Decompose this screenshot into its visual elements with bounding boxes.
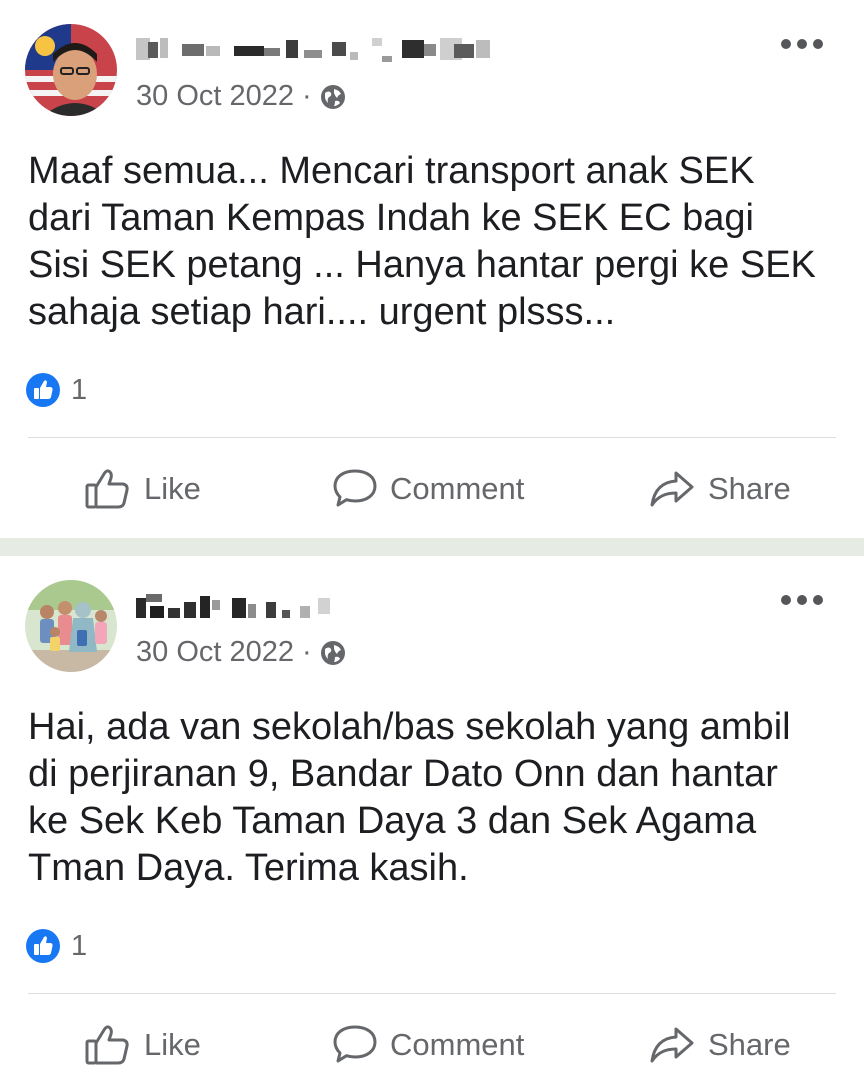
avatar[interactable] — [25, 580, 117, 672]
feed-separator — [0, 538, 864, 556]
author-name[interactable] — [136, 34, 496, 68]
reaction-summary[interactable]: 1 — [25, 928, 87, 964]
post-line: di perjiranan 9, Bandar Dato Onn dan han… — [28, 753, 778, 795]
post-line: Maaf semua... Mencari transport anak SEK — [28, 150, 755, 192]
post-actions: Like Comment Share — [0, 1018, 864, 1072]
comment-icon — [333, 469, 377, 507]
share-label: Share — [708, 471, 791, 506]
like-button[interactable]: Like — [84, 1018, 201, 1072]
reaction-count: 1 — [71, 373, 88, 406]
timestamp[interactable]: 30 Oct 2022 — [136, 80, 294, 113]
share-label: Share — [708, 1027, 791, 1062]
like-reaction-icon — [26, 373, 60, 407]
like-label: Like — [144, 471, 201, 506]
divider — [28, 437, 836, 438]
globe-icon — [320, 84, 345, 109]
share-button[interactable]: Share — [648, 462, 791, 516]
post-line: Tman Daya. Terima kasih. — [28, 847, 469, 889]
post-card: 30 Oct 2022 · Hai, ada van sekolah/bas s… — [0, 556, 864, 1080]
globe-icon — [320, 640, 345, 665]
meta-separator: · — [302, 80, 312, 112]
share-icon — [650, 1027, 694, 1063]
post-line: dari Taman Kempas Indah ke SEK EC bagi — [28, 197, 754, 239]
post-meta: 30 Oct 2022 · — [136, 636, 346, 669]
post-body: Hai, ada van sekolah/bas sekolah yang am… — [28, 704, 838, 892]
meta-separator: · — [302, 636, 312, 668]
author-name[interactable] — [136, 590, 366, 624]
comment-label: Comment — [390, 1027, 525, 1062]
like-reaction-icon — [26, 929, 60, 963]
avatar[interactable] — [25, 24, 117, 116]
thumbs-up-icon — [85, 1025, 129, 1065]
reaction-count: 1 — [71, 929, 88, 962]
thumbs-up-icon — [85, 469, 129, 509]
share-icon — [650, 471, 694, 507]
comment-label: Comment — [390, 471, 525, 506]
post-line: ke Sek Keb Taman Daya 3 dan Sek Agama — [28, 800, 757, 842]
divider — [28, 993, 836, 994]
timestamp[interactable]: 30 Oct 2022 — [136, 636, 294, 669]
more-options-icon[interactable] — [780, 38, 824, 50]
like-button[interactable]: Like — [84, 462, 201, 516]
post-line: sahaja setiap hari.... urgent plsss... — [28, 291, 616, 333]
comment-button[interactable]: Comment — [332, 462, 524, 516]
comment-icon — [333, 1025, 377, 1063]
post-line: Sisi SEK petang ... Hanya hantar pergi k… — [28, 244, 816, 286]
like-label: Like — [144, 1027, 201, 1062]
comment-button[interactable]: Comment — [332, 1018, 524, 1072]
more-options-icon[interactable] — [780, 594, 824, 606]
reaction-summary[interactable]: 1 — [25, 372, 87, 408]
share-button[interactable]: Share — [648, 1018, 791, 1072]
post-actions: Like Comment Share — [0, 462, 864, 516]
post-line: Hai, ada van sekolah/bas sekolah yang am… — [28, 706, 791, 748]
post-meta: 30 Oct 2022 · — [136, 80, 346, 113]
post-body: Maaf semua... Mencari transport anak SEK… — [28, 148, 838, 336]
post-card: 30 Oct 2022 · Maaf semua... Mencari tran… — [0, 0, 864, 538]
